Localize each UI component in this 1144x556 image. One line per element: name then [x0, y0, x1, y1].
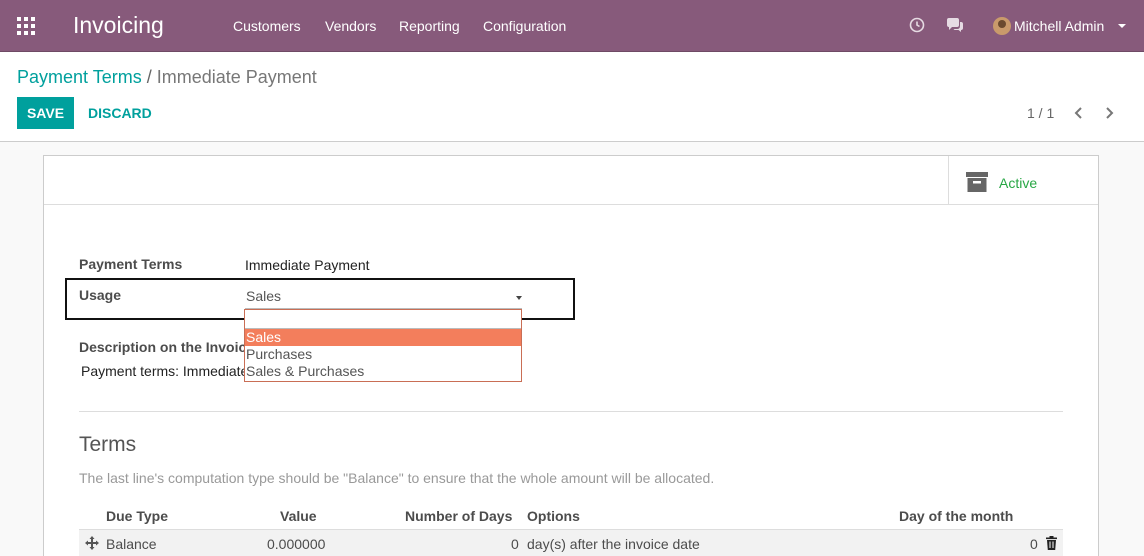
cell-due-type: Balance	[106, 536, 157, 552]
save-button[interactable]: SAVE	[17, 97, 74, 129]
user-name: Mitchell Admin	[1014, 18, 1105, 34]
menu-vendors[interactable]: Vendors	[325, 18, 376, 34]
payment-terms-field[interactable]: Immediate Payment	[245, 257, 370, 273]
drag-handle-icon[interactable]	[85, 536, 99, 550]
active-toggle-button[interactable]: Active	[948, 156, 1098, 205]
terms-title: Terms	[79, 433, 137, 456]
description-label: Description on the Invoice	[79, 339, 255, 355]
payment-terms-label: Payment Terms	[79, 256, 183, 272]
usage-select[interactable]: Sales	[245, 287, 522, 309]
option-sales[interactable]: Sales	[245, 329, 521, 346]
cell-options: day(s) after the invoice date	[527, 536, 700, 552]
form-sheet: Active Payment Terms Immediate Payment U…	[43, 155, 1099, 556]
col-number-of-days[interactable]: Number of Days	[405, 508, 512, 524]
menu-customers[interactable]: Customers	[233, 18, 301, 34]
clock-icon[interactable]	[909, 17, 925, 33]
chat-icon[interactable]	[946, 17, 964, 33]
terms-help-text: The last line's computation type should …	[79, 470, 715, 486]
pager-value[interactable]: 1 / 1	[1027, 105, 1054, 121]
breadcrumb: Payment Terms / Immediate Payment	[17, 67, 317, 88]
discard-button[interactable]: DISCARD	[88, 105, 152, 121]
breadcrumb-current: Immediate Payment	[156, 67, 317, 87]
menu-configuration[interactable]: Configuration	[483, 18, 566, 34]
button-box: Active	[44, 156, 1098, 205]
chevron-right-icon[interactable]	[1102, 105, 1116, 121]
col-value[interactable]: Value	[280, 508, 317, 524]
cell-days: 0	[511, 536, 519, 552]
usage-label: Usage	[79, 287, 122, 303]
top-navbar: Invoicing Customers Vendors Reporting Co…	[0, 0, 1144, 52]
control-panel: Payment Terms / Immediate Payment SAVE DIS…	[0, 52, 1144, 142]
col-options[interactable]: Options	[527, 508, 580, 524]
archive-icon	[966, 172, 988, 192]
separator	[79, 411, 1063, 412]
app-title[interactable]: Invoicing	[73, 12, 164, 39]
dropdown-search-input[interactable]	[245, 310, 521, 329]
chevron-down-icon	[1118, 24, 1126, 28]
option-purchases[interactable]: Purchases	[245, 346, 521, 363]
cell-value: 0.000000	[267, 536, 326, 552]
breadcrumb-payment-terms[interactable]: Payment Terms	[17, 67, 142, 87]
cell-day-of-month: 0	[1030, 536, 1038, 552]
description-field[interactable]: Payment terms: Immediate Payment	[81, 363, 246, 379]
caret-down-icon	[516, 296, 522, 300]
option-sales-purchases[interactable]: Sales & Purchases	[245, 363, 521, 380]
active-label: Active	[999, 175, 1038, 191]
apps-grid-icon[interactable]	[17, 17, 35, 35]
usage-dropdown-list: Sales Purchases Sales & Purchases	[244, 309, 522, 382]
trash-icon[interactable]	[1046, 536, 1057, 550]
col-day-of-month[interactable]: Day of the month	[899, 508, 1013, 524]
menu-reporting[interactable]: Reporting	[399, 18, 460, 34]
avatar	[993, 17, 1011, 35]
usage-select-value: Sales	[246, 288, 282, 304]
breadcrumb-separator: /	[146, 67, 152, 87]
col-due-type[interactable]: Due Type	[106, 508, 168, 524]
chevron-left-icon[interactable]	[1072, 105, 1086, 121]
